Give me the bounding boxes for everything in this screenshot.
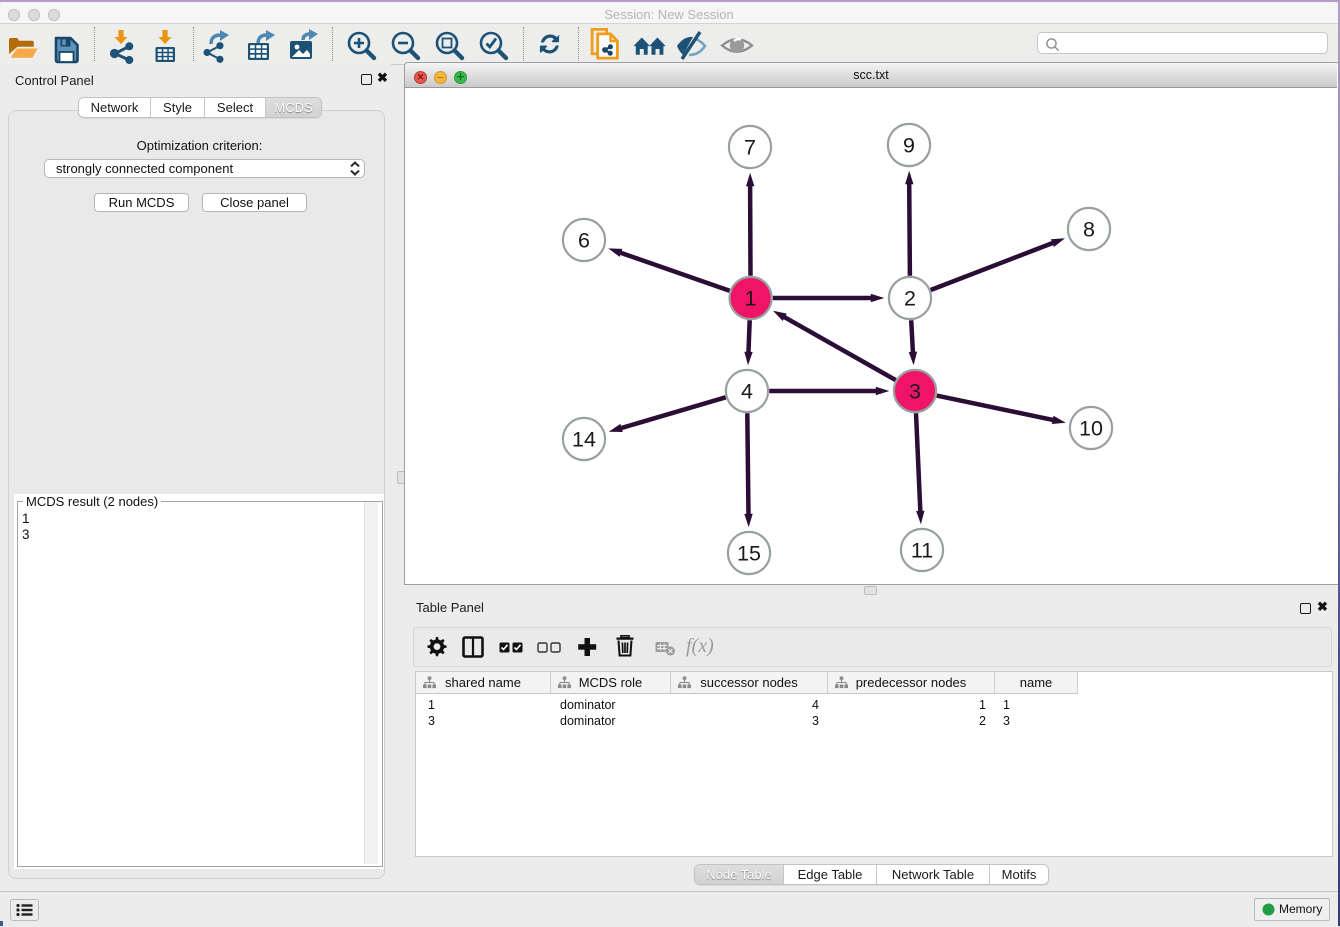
svg-text:7: 7: [744, 136, 756, 160]
svg-text:8: 8: [1083, 218, 1095, 242]
svg-text:1: 1: [745, 287, 757, 311]
svg-text:14: 14: [572, 428, 596, 452]
svg-text:9: 9: [903, 134, 915, 158]
svg-text:3: 3: [909, 380, 921, 404]
svg-text:6: 6: [578, 229, 590, 253]
svg-text:15: 15: [737, 542, 761, 566]
svg-text:2: 2: [904, 287, 916, 311]
svg-text:4: 4: [741, 380, 753, 404]
svg-text:10: 10: [1079, 417, 1103, 441]
svg-text:11: 11: [911, 539, 933, 563]
